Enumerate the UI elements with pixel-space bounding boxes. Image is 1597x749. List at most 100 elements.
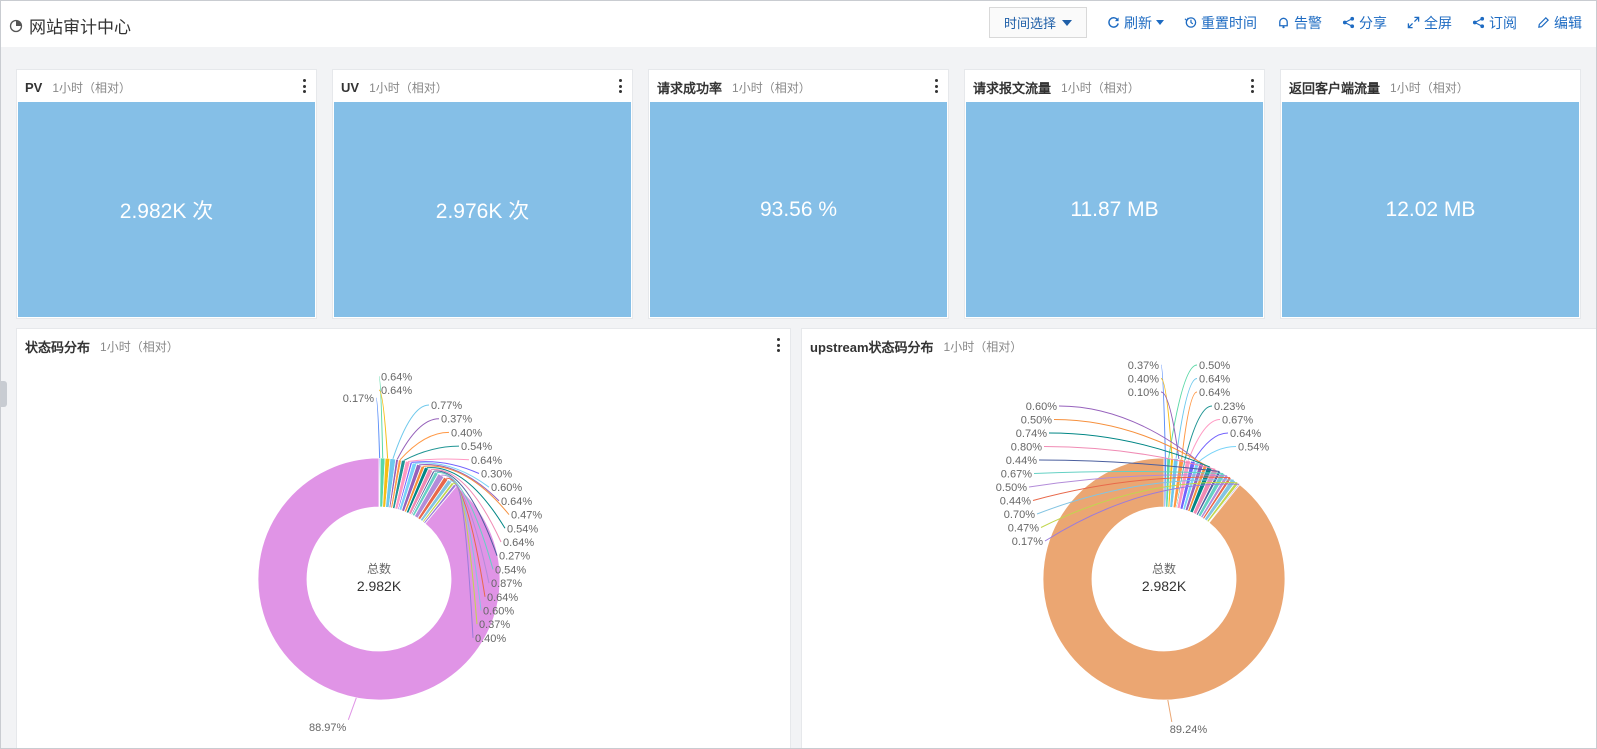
stat-value: 12.02 MB — [1385, 197, 1476, 221]
subscribe-button[interactable]: 订阅 — [1462, 7, 1527, 38]
stat-value: 93.56 % — [759, 197, 838, 221]
card-subtitle: 1小时（相对） — [369, 80, 448, 95]
stat-card-response-traffic: 返回客户端流量 1小时（相对） 12.02 MB — [1280, 69, 1581, 319]
label-leader-line — [1197, 446, 1237, 464]
edit-label: 编辑 — [1554, 14, 1582, 31]
stat-box: 12.02 MB — [1282, 102, 1579, 317]
alert-label: 告警 — [1294, 14, 1322, 31]
upstream-status-donut-chart: 总数 2.982K 0.37% 0.50% 0.40% 0.64% 0.10% 0.64%… — [996, 360, 1286, 736]
time-select-label: 时间选择 — [1003, 16, 1056, 31]
donut-center-label: 总数 — [1152, 561, 1176, 576]
label-leader-line — [1168, 364, 1198, 459]
more-vertical-icon[interactable] — [774, 337, 782, 353]
share-button[interactable]: 分享 — [1332, 7, 1397, 38]
label-leader-line — [347, 697, 357, 721]
card-subtitle: 1小时（相对） — [100, 339, 179, 354]
share-label: 分享 — [1359, 14, 1387, 31]
slice-label: 0.37% — [479, 619, 510, 631]
slice-label: 0.50% — [1199, 360, 1230, 372]
refresh-label: 刷新 — [1124, 14, 1152, 31]
more-vertical-icon[interactable] — [1248, 78, 1256, 94]
slice-label: 0.40% — [475, 633, 506, 645]
slice-label-main: 89.24% — [1170, 724, 1208, 736]
history-clock-icon — [1184, 17, 1197, 28]
stat-card-uv: UV 1小时（相对） 2.976K 次 — [332, 69, 633, 319]
slice-label: 0.64% — [1199, 387, 1230, 399]
slice-label: 0.64% — [471, 455, 502, 467]
slice-label-main: 88.97% — [309, 722, 347, 734]
more-vertical-icon[interactable] — [300, 78, 308, 94]
bell-icon — [1279, 17, 1288, 29]
slice-label: 0.67% — [1222, 415, 1253, 427]
card-title: upstream状态码分布 — [810, 339, 934, 355]
more-vertical-icon[interactable] — [616, 78, 624, 94]
slice-label: 0.60% — [491, 482, 522, 494]
fullscreen-button[interactable]: 全屏 — [1397, 7, 1462, 38]
stat-card-success-rate: 请求成功率 1小时（相对） 93.56 % — [648, 69, 949, 319]
refresh-button[interactable]: 刷新 — [1097, 7, 1174, 38]
sidebar-collapse-handle[interactable] — [1, 381, 7, 407]
donut-center-label: 总数 — [367, 561, 391, 576]
slice-label: 0.74% — [1016, 428, 1047, 440]
top-bar: 网站审计中心 时间选择 刷新 重置时间 告警 分享 全屏 订阅 编辑 — [1, 1, 1596, 47]
slice-label: 0.80% — [1011, 442, 1042, 454]
slice-label: 0.54% — [1238, 442, 1269, 454]
stat-card-request-traffic: 请求报文流量 1小时（相对） 11.87 MB — [964, 69, 1265, 319]
card-title: UV — [341, 79, 360, 95]
stat-box: 11.87 MB — [966, 102, 1263, 317]
slice-label: 0.37% — [1128, 360, 1159, 372]
toolbar: 时间选择 刷新 重置时间 告警 分享 全屏 订阅 编辑 — [988, 7, 1592, 38]
label-leader-line — [378, 389, 389, 459]
stat-card-pv: PV 1小时（相对） 2.982K 次 — [16, 69, 317, 319]
stat-box: 2.982K 次 — [18, 102, 315, 317]
reset-time-button[interactable]: 重置时间 — [1174, 7, 1267, 38]
dashboard-frame: 网站审计中心 时间选择 刷新 重置时间 告警 分享 全屏 订阅 编辑 PV 1小… — [0, 0, 1597, 749]
slice-label: 0.37% — [441, 414, 472, 426]
label-leader-line — [1167, 699, 1173, 723]
label-leader-line — [392, 404, 430, 459]
pencil-icon — [1538, 17, 1549, 28]
alert-button[interactable]: 告警 — [1267, 7, 1332, 38]
slice-label: 0.67% — [1001, 469, 1032, 481]
slice-label: 0.54% — [461, 441, 492, 453]
donut-center-value: 2.982K — [1142, 578, 1187, 594]
dashboard-icon — [9, 19, 23, 32]
edit-button[interactable]: 编辑 — [1527, 7, 1592, 38]
slice-label: 0.50% — [1021, 415, 1052, 427]
card-title: 请求报文流量 — [973, 80, 1052, 96]
stat-value: 2.982K 次 — [119, 199, 214, 223]
label-leader-line — [396, 418, 440, 460]
more-vertical-icon[interactable] — [932, 78, 940, 94]
label-leader-line — [1192, 432, 1229, 462]
stat-box: 2.976K 次 — [334, 102, 631, 317]
slice-label: 0.47% — [1008, 523, 1039, 535]
slice-label: 0.54% — [495, 564, 526, 576]
stat-box: 93.56 % — [650, 102, 947, 317]
share-icon — [1472, 16, 1485, 29]
slice-label: 0.64% — [1199, 374, 1230, 386]
label-leader-line — [375, 397, 381, 459]
reset-time-label: 重置时间 — [1201, 14, 1257, 31]
slice-label: 0.60% — [483, 606, 514, 618]
slice-label: 0.64% — [1230, 428, 1261, 440]
label-leader-line — [1181, 391, 1198, 460]
card-subtitle: 1小时（相对） — [943, 339, 1023, 354]
slice-label: 0.17% — [1012, 536, 1043, 548]
slice-label: 0.64% — [381, 385, 412, 397]
slice-label: 0.77% — [431, 400, 462, 412]
label-leader-line — [1187, 419, 1221, 461]
slice-label: 0.50% — [996, 482, 1027, 494]
share-icon — [1342, 16, 1355, 29]
slice-label: 0.54% — [507, 523, 538, 535]
slice-label: 0.87% — [491, 578, 522, 590]
label-leader-line — [1184, 405, 1213, 460]
slice-label: 0.60% — [1026, 401, 1057, 413]
card-title: 状态码分布 — [25, 339, 91, 355]
slice-label: 0.64% — [381, 372, 412, 384]
slice-label: 0.40% — [451, 427, 482, 439]
card-title: 请求成功率 — [657, 80, 723, 96]
slice-label: 0.27% — [499, 551, 530, 563]
label-leader-line — [399, 431, 450, 461]
time-select-dropdown[interactable]: 时间选择 — [988, 7, 1087, 38]
card-title: 返回客户端流量 — [1289, 80, 1381, 96]
